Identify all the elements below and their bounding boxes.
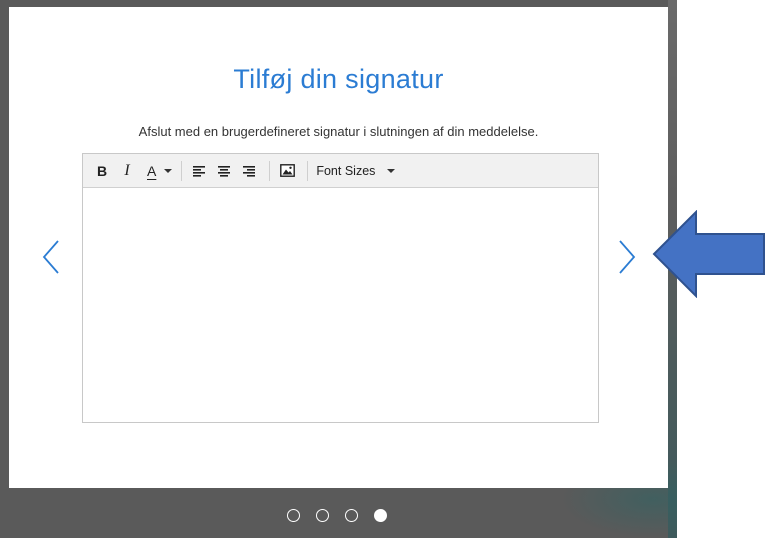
dialog-title: Tilføj din signatur xyxy=(233,64,444,94)
font-sizes-label: Font Sizes xyxy=(316,163,376,178)
pager-dot-4[interactable] xyxy=(374,509,387,522)
chevron-down-icon xyxy=(164,168,173,173)
pager-dot-2[interactable] xyxy=(316,509,329,522)
toolbar-divider xyxy=(269,160,271,181)
signature-editor: B I A Font Sizes xyxy=(82,153,599,423)
screenshot-stage: Tilføj din signatur Afslut med en bruger… xyxy=(0,0,768,538)
dialog-subtitle: Afslut med en brugerdefineret signatur i… xyxy=(138,124,539,139)
font-color-button[interactable]: A xyxy=(147,159,173,183)
chevron-down-icon xyxy=(387,168,396,173)
editor-toolbar: B I A Font Sizes xyxy=(83,154,598,188)
pager-dot-3[interactable] xyxy=(345,509,358,522)
next-slide-button[interactable] xyxy=(617,239,637,280)
insert-image-button[interactable] xyxy=(276,159,298,183)
pager-dots xyxy=(287,509,387,522)
bold-button[interactable]: B xyxy=(91,159,113,183)
italic-button[interactable]: I xyxy=(116,159,138,183)
pager-dot-1[interactable] xyxy=(287,509,300,522)
toolbar-divider xyxy=(307,160,309,181)
align-left-button[interactable] xyxy=(188,159,210,183)
chevron-right-icon xyxy=(619,240,636,274)
previous-slide-button[interactable] xyxy=(41,239,61,280)
align-left-icon xyxy=(193,165,206,177)
toolbar-divider xyxy=(181,160,183,181)
align-center-button[interactable] xyxy=(213,159,235,183)
signature-text-area[interactable] xyxy=(83,189,598,422)
align-center-icon xyxy=(218,165,231,177)
align-right-button[interactable] xyxy=(238,159,260,183)
font-sizes-dropdown[interactable]: Font Sizes xyxy=(316,159,396,183)
signature-dialog-card: Tilføj din signatur Afslut med en bruger… xyxy=(9,7,668,488)
align-right-icon xyxy=(243,165,256,177)
font-color-icon: A xyxy=(147,162,157,179)
annotation-arrow-icon xyxy=(652,209,766,303)
insert-image-icon xyxy=(279,164,295,177)
chevron-left-icon xyxy=(42,240,59,274)
